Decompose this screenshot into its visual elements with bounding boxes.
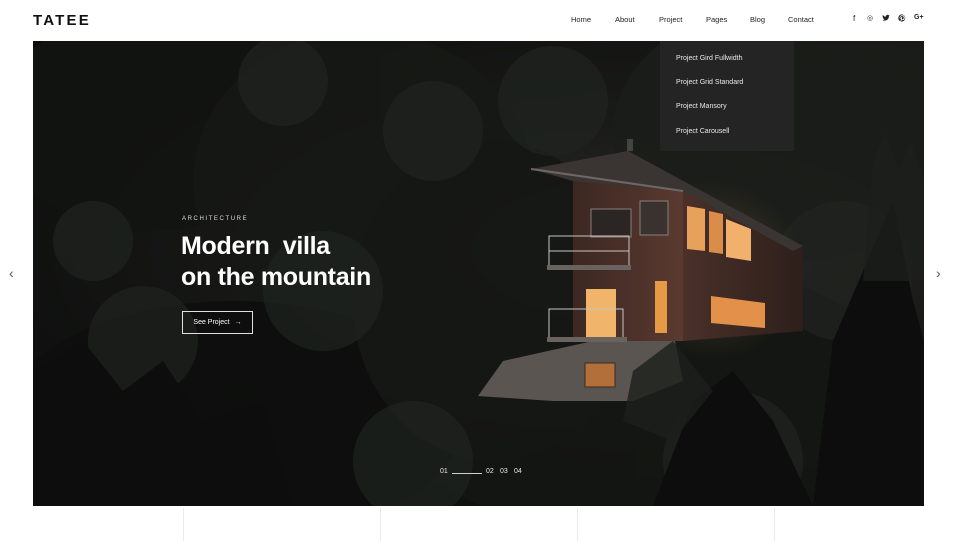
section-divider [774,508,775,541]
section-divider [183,508,184,541]
header: TATEE Home About Project Pages Blog Cont… [0,0,960,40]
social-links: f ◎ G+ [850,14,930,26]
nav-home[interactable]: Home [571,15,591,24]
pager-item-02[interactable]: 02 [486,468,494,475]
instagram-icon[interactable]: ◎ [867,14,873,22]
pager-item-03[interactable]: 03 [500,468,508,475]
section-divider [380,508,381,541]
nav-contact[interactable]: Contact [788,15,814,24]
dropdown-item-carousell[interactable]: Project Carousell [676,128,729,135]
dropdown-item-mansory[interactable]: Project Mansory [676,103,727,110]
facebook-icon[interactable]: f [853,14,855,23]
page: TATEE Home About Project Pages Blog Cont… [0,0,960,541]
pager-progress-line [452,473,482,474]
hero-title-line1: Modern villa [181,232,330,260]
logo[interactable]: TATEE [33,12,91,29]
nav-project[interactable]: Project [659,15,682,24]
prev-slide-icon[interactable]: ‹ [9,265,14,281]
hero-kicker: ARCHITECTURE [182,216,249,222]
nav-blog[interactable]: Blog [750,15,765,24]
next-slide-icon[interactable]: › [936,265,941,281]
dropdown-item-grid-standard[interactable]: Project Grid Standard [676,79,743,86]
project-dropdown-menu: Project Gird Fullwidth Project Grid Stan… [660,41,794,151]
hero-title: Modern villa on the mountain [181,231,461,293]
dropdown-item-grid-fullwidth[interactable]: Project Gird Fullwidth [676,55,743,62]
twitter-icon[interactable] [882,14,890,24]
section-divider [577,508,578,541]
arrow-right-icon: → [234,319,242,326]
google-plus-icon[interactable]: G+ [914,14,924,21]
nav-pages[interactable]: Pages [706,15,727,24]
see-project-button[interactable]: See Project → [182,311,253,334]
pinterest-icon[interactable] [898,14,906,24]
pager-item-01[interactable]: 01 [440,468,448,475]
nav-about[interactable]: About [615,15,635,24]
hero-title-line2: on the mountain [181,263,371,291]
pager-item-04[interactable]: 04 [514,468,522,475]
see-project-label: See Project [193,319,230,326]
